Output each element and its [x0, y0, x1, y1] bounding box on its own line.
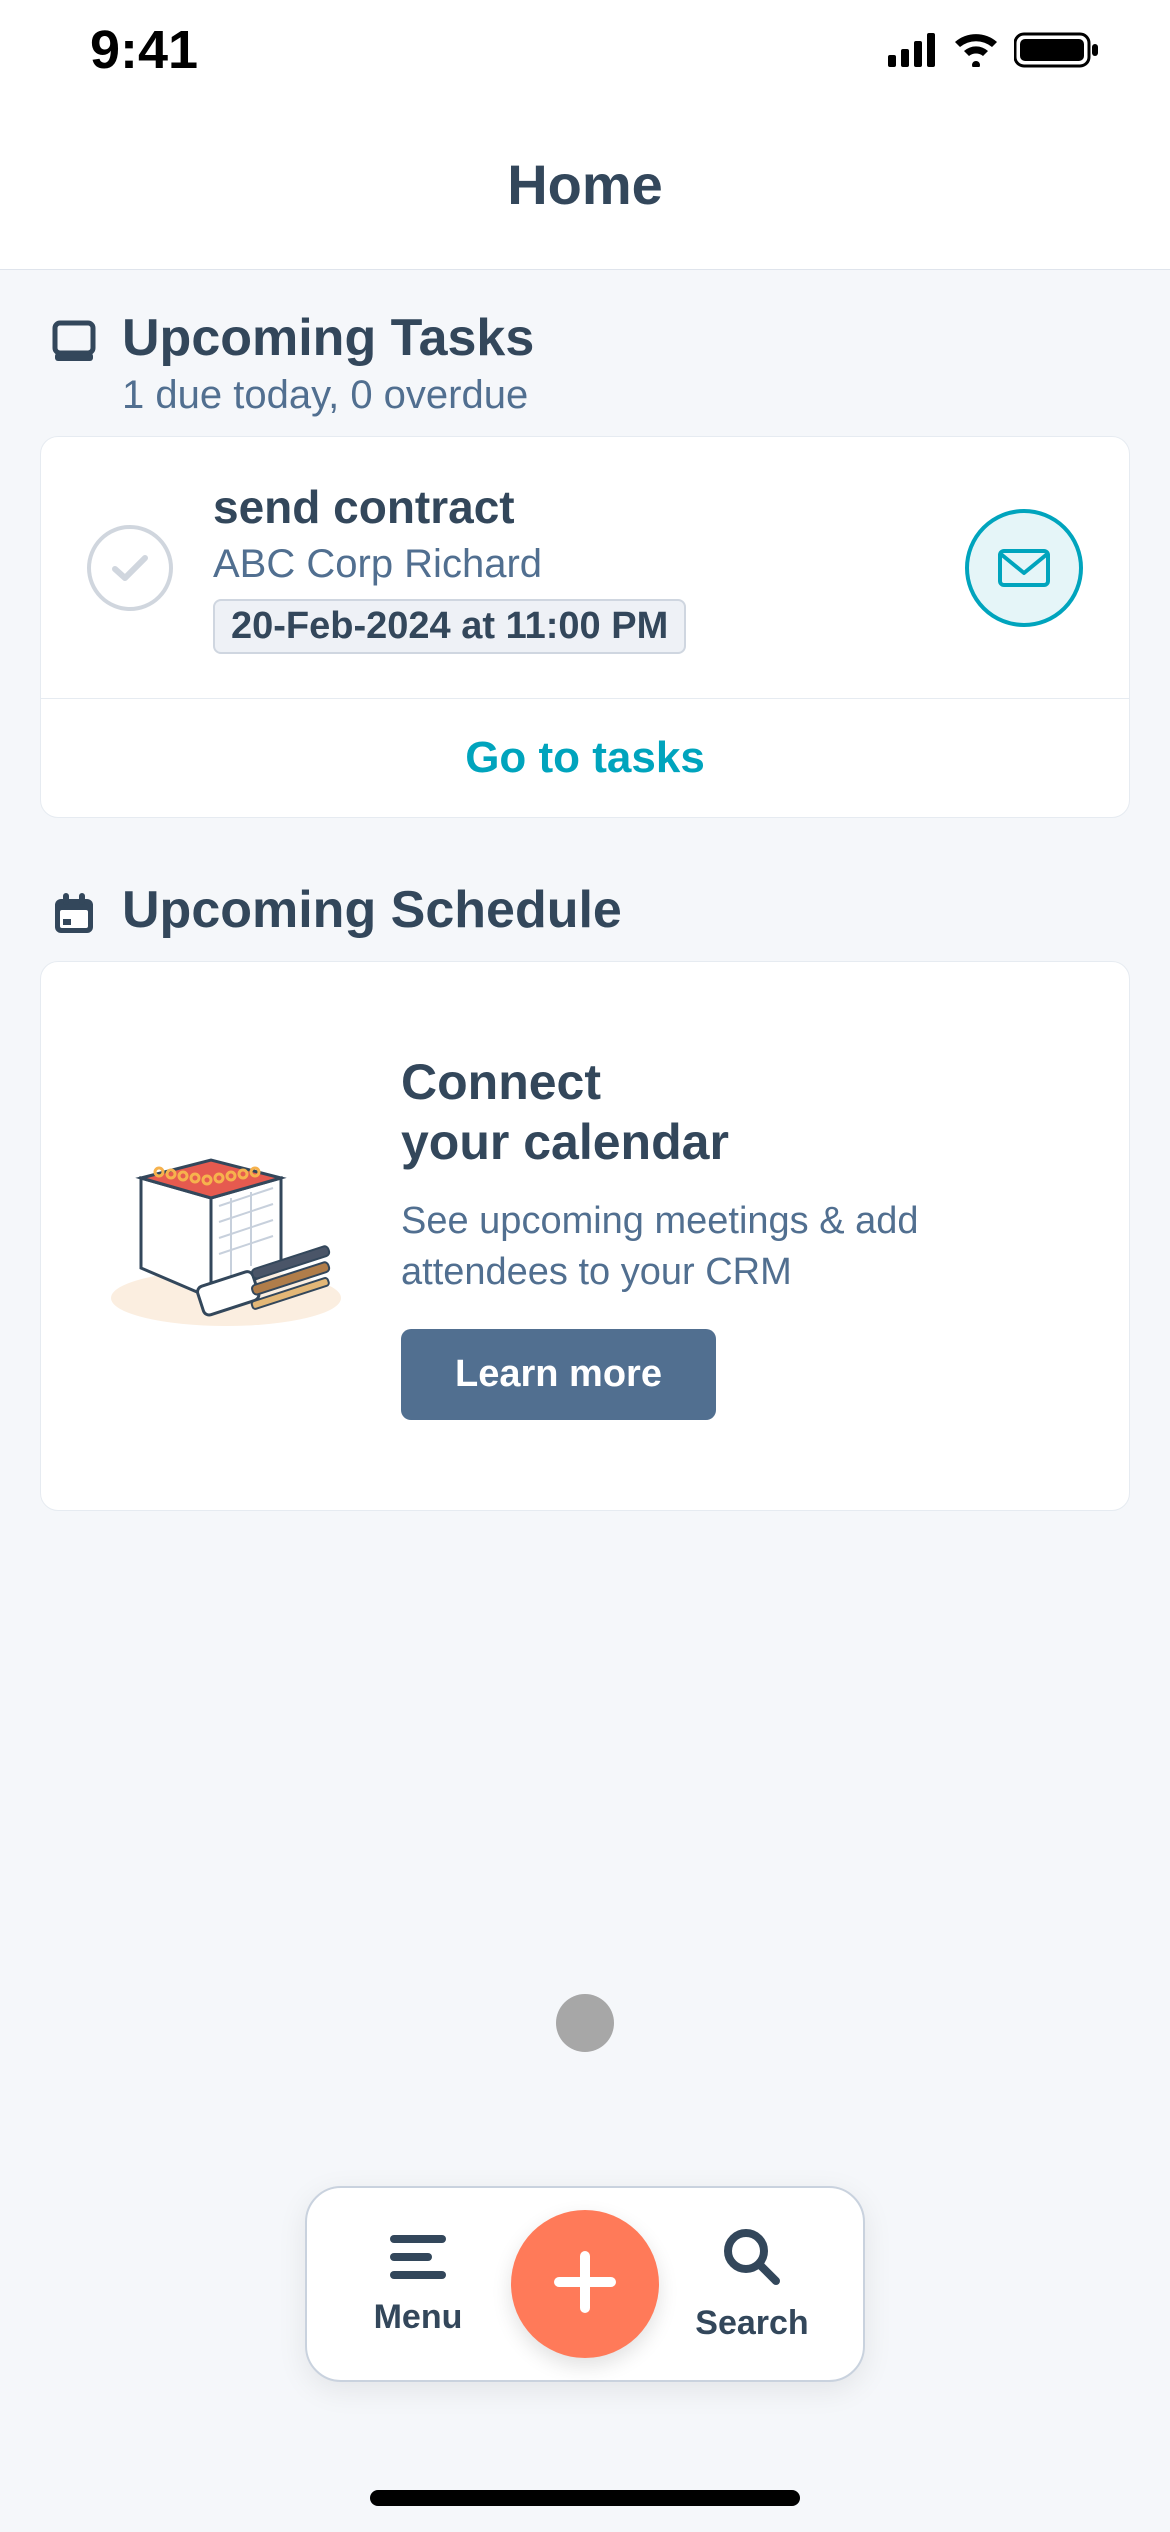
menu-button[interactable]: Menu — [353, 2231, 483, 2337]
task-association: ABC Corp Richard — [213, 542, 925, 587]
cellular-signal-icon — [888, 33, 938, 67]
search-icon — [720, 2225, 784, 2294]
learn-more-button[interactable]: Learn more — [401, 1329, 716, 1420]
menu-icon — [386, 2231, 450, 2288]
wifi-icon — [952, 33, 1000, 67]
page-title: Home — [507, 152, 663, 217]
calendar-icon — [50, 882, 98, 943]
connect-calendar-title: Connect your calendar — [401, 1052, 1069, 1172]
go-to-tasks-link[interactable]: Go to tasks — [41, 699, 1129, 817]
tasks-icon — [50, 310, 98, 371]
task-complete-checkbox[interactable] — [87, 525, 173, 611]
upcoming-schedule-title: Upcoming Schedule — [122, 882, 622, 939]
loading-indicator — [556, 1994, 614, 2052]
upcoming-schedule-section: Upcoming Schedule — [0, 818, 1170, 1511]
task-email-icon[interactable] — [965, 509, 1083, 627]
connect-title-line1: Connect — [401, 1054, 601, 1110]
app-header: Home — [0, 100, 1170, 270]
upcoming-tasks-title: Upcoming Tasks — [122, 310, 534, 367]
home-indicator[interactable] — [370, 2490, 800, 2506]
task-body: send contract ABC Corp Richard 20-Feb-20… — [213, 481, 925, 654]
calendar-illustration — [101, 1138, 351, 1333]
search-button[interactable]: Search — [687, 2225, 817, 2343]
connect-title-line2: your calendar — [401, 1114, 729, 1170]
upcoming-tasks-header: Upcoming Tasks 1 due today, 0 overdue — [40, 300, 1130, 436]
task-due-date: 20-Feb-2024 at 11:00 PM — [213, 599, 686, 654]
connect-calendar-card: Connect your calendar See upcoming meeti… — [40, 961, 1130, 1511]
upcoming-tasks-section: Upcoming Tasks 1 due today, 0 overdue se… — [0, 270, 1170, 818]
connect-calendar-text: Connect your calendar See upcoming meeti… — [401, 1052, 1069, 1420]
task-row[interactable]: send contract ABC Corp Richard 20-Feb-20… — [41, 437, 1129, 698]
upcoming-schedule-header: Upcoming Schedule — [40, 872, 1130, 961]
menu-label: Menu — [374, 2298, 463, 2337]
add-button[interactable] — [511, 2210, 659, 2358]
bottom-nav-bar: Menu Search — [305, 2186, 865, 2382]
status-bar: 9:41 — [0, 0, 1170, 100]
battery-icon — [1014, 31, 1100, 69]
upcoming-tasks-subtitle: 1 due today, 0 overdue — [122, 373, 534, 418]
plus-icon — [547, 2244, 623, 2325]
tasks-card: send contract ABC Corp Richard 20-Feb-20… — [40, 436, 1130, 818]
connect-calendar-description: See upcoming meetings & add attendees to… — [401, 1196, 1069, 1299]
status-time: 9:41 — [90, 19, 198, 81]
status-icons — [888, 31, 1100, 69]
search-label: Search — [695, 2304, 808, 2343]
task-title: send contract — [213, 481, 925, 534]
